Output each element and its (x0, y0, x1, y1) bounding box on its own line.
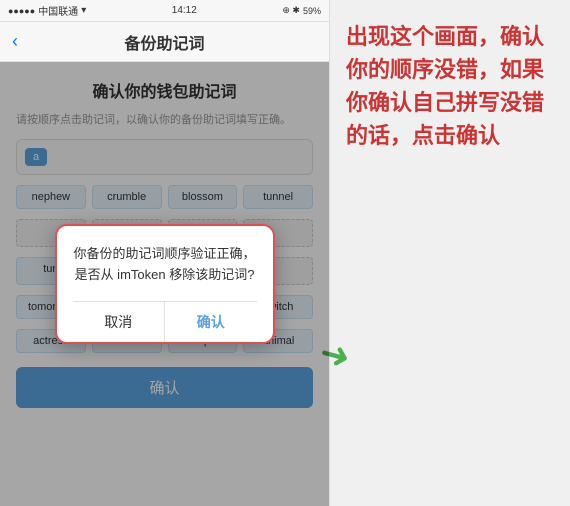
status-right: ⊕ ✱ 59% (282, 5, 321, 16)
dialog-confirm-button[interactable]: 确认 (165, 302, 257, 342)
status-icons: ⊕ ✱ (282, 5, 300, 16)
signal-dots: ●●●●● (8, 6, 35, 16)
annotation-section: 出现这个画面，确认你的顺序没错，如果你确认自己拼写没错的话，点击确认 ➜ (330, 0, 570, 506)
nav-bar: ‹ 备份助记词 (0, 22, 329, 62)
battery-percent: 59% (303, 6, 321, 16)
carrier-label: 中国联通 (38, 3, 78, 18)
dialog-buttons: 取消 确认 (73, 301, 257, 342)
back-button[interactable]: ‹ (12, 31, 18, 52)
dialog-box: 你备份的助记词顺序验证正确，是否从 imToken 移除该助记词? 取消 确认 (55, 224, 275, 345)
status-left: ●●●●● 中国联通 ▾ (8, 3, 86, 18)
status-time: 14:12 (172, 5, 197, 16)
phone-screen: ●●●●● 中国联通 ▾ 14:12 ⊕ ✱ 59% ‹ 备份助记词 确认你的钱… (0, 0, 330, 506)
dialog-message: 你备份的助记词顺序验证正确，是否从 imToken 移除该助记词? (73, 244, 257, 286)
wifi-icon: ▾ (81, 5, 86, 16)
page-title: 备份助记词 (124, 30, 204, 54)
annotation-text: 出现这个画面，确认你的顺序没错，如果你确认自己拼写没错的话，点击确认 (346, 20, 554, 152)
dialog-cancel-button[interactable]: 取消 (73, 302, 166, 342)
dialog-overlay: 你备份的助记词顺序验证正确，是否从 imToken 移除该助记词? 取消 确认 (0, 62, 329, 506)
status-bar: ●●●●● 中国联通 ▾ 14:12 ⊕ ✱ 59% (0, 0, 329, 22)
content-area: 确认你的钱包助记词 请按顺序点击助记词，以确认你的备份助记词填写正确。 a ne… (0, 62, 329, 506)
